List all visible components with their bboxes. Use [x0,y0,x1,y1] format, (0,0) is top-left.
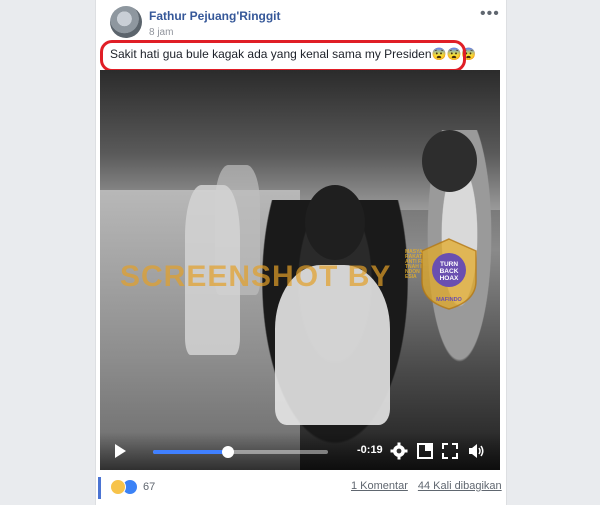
watermark-text: SCREENSHOT BY [120,260,392,293]
avatar[interactable] [110,6,142,38]
post-stats: 1 Komentar 44 Kali dibagikan [351,480,502,492]
remaining-time: -0:19 [357,444,383,456]
badge-org: MAFINDO [436,297,462,303]
comments-link[interactable]: 1 Komentar [351,480,408,492]
fullscreen-icon[interactable] [416,442,434,460]
badge-ring-text: MASYARAKAT ANTI FITNAH INDONESIA [405,249,423,280]
reaction-count: 67 [143,481,156,493]
runner-head [305,185,365,260]
haha-icon [110,479,126,495]
reaction-summary[interactable]: 67 [110,478,155,496]
highlight-box [100,40,466,72]
badge-line2: BACK [440,268,459,275]
author-name[interactable]: Fathur Pejuang'Ringgit [149,9,281,23]
turnbackhoax-badge: TURN BACK HOAX MAFINDO [421,238,477,310]
settings-icon[interactable] [390,442,408,460]
badge-line3: HOAX [440,275,459,282]
active-indicator [98,477,101,499]
expand-icon[interactable] [441,442,459,460]
post-time[interactable]: 8 jam [149,27,173,38]
progress-track[interactable] [153,446,328,458]
volume-icon[interactable] [467,442,485,460]
badge-line1: TURN [440,261,458,268]
progress-fill [153,450,229,454]
man-head [422,130,477,192]
play-icon[interactable] [112,443,128,459]
more-dots-icon[interactable]: ••• [480,5,500,23]
shares-link[interactable]: 44 Kali dibagikan [418,480,502,492]
